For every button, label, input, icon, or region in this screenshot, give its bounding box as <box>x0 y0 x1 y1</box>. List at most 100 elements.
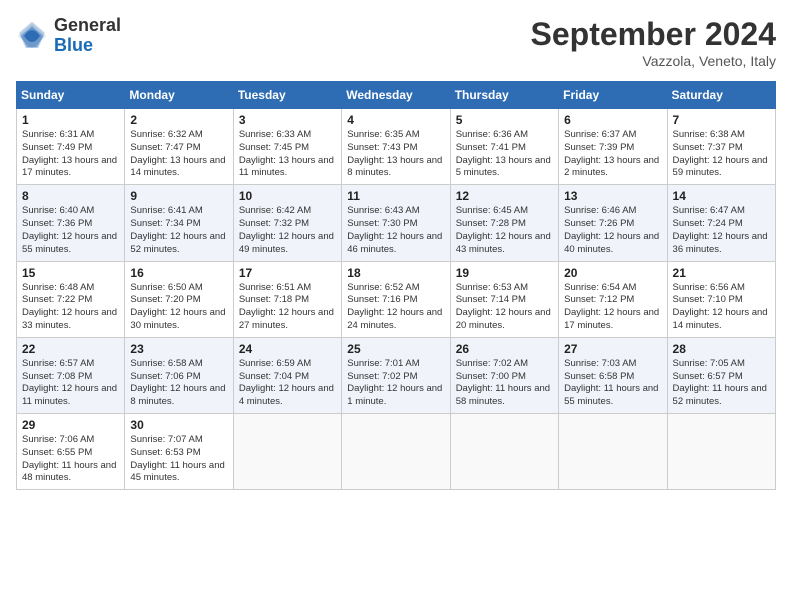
day-number: 29 <box>22 418 119 432</box>
day-info: Sunrise: 6:40 AMSunset: 7:36 PMDaylight:… <box>22 205 119 256</box>
calendar-day-6: 6 Sunrise: 6:37 AMSunset: 7:39 PMDaylight… <box>559 109 667 185</box>
calendar-day-20: 20 Sunrise: 6:54 AMSunset: 7:12 PMDayligh… <box>559 261 667 337</box>
day-number: 9 <box>130 189 227 203</box>
calendar-day-16: 16Sunrise: 6:50 AMSunset: 7:20 PMDayligh… <box>125 261 233 337</box>
empty-cell <box>667 414 775 490</box>
calendar-day-22: 22Sunrise: 6:57 AMSunset: 7:08 PMDayligh… <box>17 337 125 413</box>
empty-cell <box>559 414 667 490</box>
day-info: Sunrise: 6:46 AMSunset: 7:26 PMDaylight:… <box>564 205 661 256</box>
calendar-day-27: 27Sunrise: 7:03 AMSunset: 6:58 PMDayligh… <box>559 337 667 413</box>
day-info: Sunrise: 6:38 AMSunset: 7:37 PMDaylight:… <box>673 129 770 180</box>
day-info: Sunrise: 6:37 AMSunset: 7:39 PMDaylight:… <box>564 129 661 180</box>
day-number: 4 <box>347 113 444 127</box>
calendar-day-3: 3 Sunrise: 6:33 AMSunset: 7:45 PMDaylight… <box>233 109 341 185</box>
calendar-day-2: 2 Sunrise: 6:32 AMSunset: 7:47 PMDaylight… <box>125 109 233 185</box>
location: Vazzola, Veneto, Italy <box>531 53 776 69</box>
day-number: 1 <box>22 113 119 127</box>
col-header-tuesday: Tuesday <box>233 82 341 109</box>
col-header-monday: Monday <box>125 82 233 109</box>
day-number: 2 <box>130 113 227 127</box>
day-number: 30 <box>130 418 227 432</box>
title-block: September 2024 Vazzola, Veneto, Italy <box>531 16 776 69</box>
day-info: Sunrise: 6:54 AMSunset: 7:12 PMDaylight:… <box>564 282 661 333</box>
calendar-day-26: 26Sunrise: 7:02 AMSunset: 7:00 PMDayligh… <box>450 337 558 413</box>
day-info: Sunrise: 6:35 AMSunset: 7:43 PMDaylight:… <box>347 129 444 180</box>
col-header-wednesday: Wednesday <box>342 82 450 109</box>
day-number: 14 <box>673 189 770 203</box>
month-title: September 2024 <box>531 16 776 53</box>
day-info: Sunrise: 6:48 AMSunset: 7:22 PMDaylight:… <box>22 282 119 333</box>
day-info: Sunrise: 6:42 AMSunset: 7:32 PMDaylight:… <box>239 205 336 256</box>
day-number: 8 <box>22 189 119 203</box>
day-number: 19 <box>456 266 553 280</box>
calendar-day-10: 10 Sunrise: 6:42 AMSunset: 7:32 PMDayligh… <box>233 185 341 261</box>
day-info: Sunrise: 6:53 AMSunset: 7:14 PMDaylight:… <box>456 282 553 333</box>
calendar-week-5: 29 Sunrise: 7:06 AMSunset: 6:55 PMDayligh… <box>17 414 776 490</box>
calendar-day-14: 14 Sunrise: 6:47 AMSunset: 7:24 PMDayligh… <box>667 185 775 261</box>
day-info: Sunrise: 6:47 AMSunset: 7:24 PMDaylight:… <box>673 205 770 256</box>
day-number: 26 <box>456 342 553 356</box>
calendar-day-8: 8 Sunrise: 6:40 AMSunset: 7:36 PMDaylight… <box>17 185 125 261</box>
calendar-day-30: 30Sunrise: 7:07 AMSunset: 6:53 PMDayligh… <box>125 414 233 490</box>
day-info: Sunrise: 7:01 AMSunset: 7:02 PMDaylight:… <box>347 358 444 409</box>
empty-cell <box>450 414 558 490</box>
day-number: 24 <box>239 342 336 356</box>
calendar-day-24: 24Sunrise: 6:59 AMSunset: 7:04 PMDayligh… <box>233 337 341 413</box>
calendar-week-3: 15Sunrise: 6:48 AMSunset: 7:22 PMDayligh… <box>17 261 776 337</box>
day-info: Sunrise: 6:45 AMSunset: 7:28 PMDaylight:… <box>456 205 553 256</box>
logo-general: General <box>54 16 121 36</box>
logo-blue: Blue <box>54 36 121 56</box>
day-info: Sunrise: 6:31 AMSunset: 7:49 PMDaylight:… <box>22 129 119 180</box>
logo: General Blue <box>16 16 121 56</box>
day-info: Sunrise: 6:41 AMSunset: 7:34 PMDaylight:… <box>130 205 227 256</box>
day-number: 17 <box>239 266 336 280</box>
day-number: 5 <box>456 113 553 127</box>
calendar-day-4: 4 Sunrise: 6:35 AMSunset: 7:43 PMDaylight… <box>342 109 450 185</box>
calendar-day-25: 25Sunrise: 7:01 AMSunset: 7:02 PMDayligh… <box>342 337 450 413</box>
day-number: 3 <box>239 113 336 127</box>
day-info: Sunrise: 7:05 AMSunset: 6:57 PMDaylight:… <box>673 358 770 409</box>
calendar-day-18: 18Sunrise: 6:52 AMSunset: 7:16 PMDayligh… <box>342 261 450 337</box>
empty-cell <box>233 414 341 490</box>
day-info: Sunrise: 7:06 AMSunset: 6:55 PMDaylight:… <box>22 434 119 485</box>
day-number: 10 <box>239 189 336 203</box>
calendar-day-23: 23Sunrise: 6:58 AMSunset: 7:06 PMDayligh… <box>125 337 233 413</box>
day-info: Sunrise: 6:51 AMSunset: 7:18 PMDaylight:… <box>239 282 336 333</box>
day-number: 13 <box>564 189 661 203</box>
day-info: Sunrise: 6:36 AMSunset: 7:41 PMDaylight:… <box>456 129 553 180</box>
day-info: Sunrise: 6:32 AMSunset: 7:47 PMDaylight:… <box>130 129 227 180</box>
day-number: 28 <box>673 342 770 356</box>
calendar-day-7: 7Sunrise: 6:38 AMSunset: 7:37 PMDaylight… <box>667 109 775 185</box>
col-header-thursday: Thursday <box>450 82 558 109</box>
calendar-day-21: 21Sunrise: 6:56 AMSunset: 7:10 PMDayligh… <box>667 261 775 337</box>
day-info: Sunrise: 6:43 AMSunset: 7:30 PMDaylight:… <box>347 205 444 256</box>
day-number: 22 <box>22 342 119 356</box>
logo-icon <box>16 20 48 52</box>
day-info: Sunrise: 6:33 AMSunset: 7:45 PMDaylight:… <box>239 129 336 180</box>
calendar-day-28: 28 Sunrise: 7:05 AMSunset: 6:57 PMDayligh… <box>667 337 775 413</box>
day-number: 12 <box>456 189 553 203</box>
calendar-day-13: 13 Sunrise: 6:46 AMSunset: 7:26 PMDayligh… <box>559 185 667 261</box>
day-info: Sunrise: 7:03 AMSunset: 6:58 PMDaylight:… <box>564 358 661 409</box>
calendar-day-19: 19 Sunrise: 6:53 AMSunset: 7:14 PMDayligh… <box>450 261 558 337</box>
col-header-friday: Friday <box>559 82 667 109</box>
calendar-day-11: 11 Sunrise: 6:43 AMSunset: 7:30 PMDayligh… <box>342 185 450 261</box>
day-number: 11 <box>347 189 444 203</box>
col-header-saturday: Saturday <box>667 82 775 109</box>
empty-cell <box>342 414 450 490</box>
calendar-day-5: 5 Sunrise: 6:36 AMSunset: 7:41 PMDaylight… <box>450 109 558 185</box>
calendar-day-17: 17 Sunrise: 6:51 AMSunset: 7:18 PMDayligh… <box>233 261 341 337</box>
calendar-day-1: 1 Sunrise: 6:31 AMSunset: 7:49 PMDaylight… <box>17 109 125 185</box>
day-number: 18 <box>347 266 444 280</box>
calendar-day-15: 15Sunrise: 6:48 AMSunset: 7:22 PMDayligh… <box>17 261 125 337</box>
day-number: 23 <box>130 342 227 356</box>
calendar-day-9: 9 Sunrise: 6:41 AMSunset: 7:34 PMDaylight… <box>125 185 233 261</box>
day-info: Sunrise: 6:50 AMSunset: 7:20 PMDaylight:… <box>130 282 227 333</box>
calendar-week-4: 22Sunrise: 6:57 AMSunset: 7:08 PMDayligh… <box>17 337 776 413</box>
col-header-sunday: Sunday <box>17 82 125 109</box>
day-number: 6 <box>564 113 661 127</box>
calendar-week-1: 1 Sunrise: 6:31 AMSunset: 7:49 PMDaylight… <box>17 109 776 185</box>
calendar-header-row: SundayMondayTuesdayWednesdayThursdayFrid… <box>17 82 776 109</box>
calendar-week-2: 8 Sunrise: 6:40 AMSunset: 7:36 PMDaylight… <box>17 185 776 261</box>
day-number: 20 <box>564 266 661 280</box>
